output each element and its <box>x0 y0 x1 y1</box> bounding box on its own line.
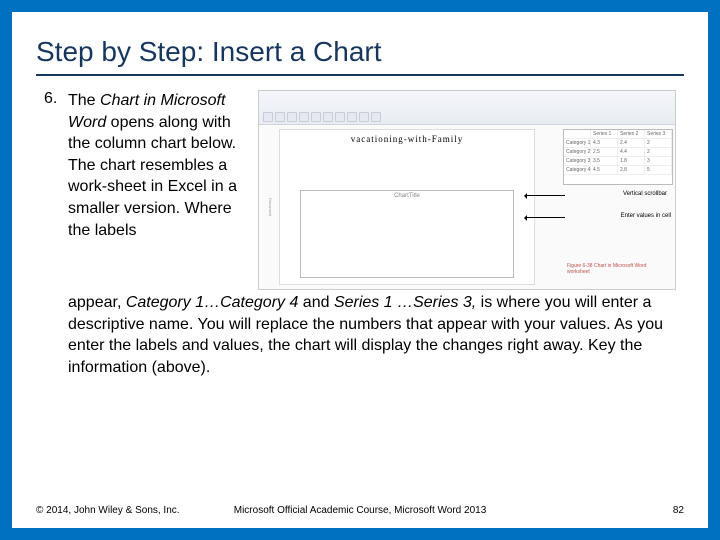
table-row: Category 1 4.3 2.4 2 <box>564 139 672 148</box>
ribbon-icon <box>263 112 273 122</box>
table-row: Category 3 3.5 1.8 3 <box>564 157 672 166</box>
table-cell: Series 3 <box>645 130 672 138</box>
ribbon-icon <box>287 112 297 122</box>
step-text-left: The Chart in Microsoft Word opens along … <box>68 90 246 290</box>
ribbon-icon <box>371 112 381 122</box>
t1a: The <box>68 92 100 109</box>
table-cell: 2.5 <box>591 148 618 156</box>
step-number: 6. <box>44 90 57 108</box>
ribbon-icon <box>299 112 309 122</box>
table-cell: Category 1 <box>564 139 591 147</box>
table-cell: 2.8 <box>618 166 645 174</box>
footer-course: Microsoft Official Academic Course, Micr… <box>234 505 487 516</box>
ribbon <box>259 91 675 125</box>
t2c: and <box>298 294 334 311</box>
document-canvas: vacationing-with-Family Enter descriptio… <box>279 129 535 285</box>
doc-title: vacationing-with-Family <box>280 130 534 144</box>
table-row: Series 1 Series 2 Series 3 <box>564 130 672 139</box>
embedded-chart: ChartTitle <box>300 190 514 278</box>
table-cell: 4.5 <box>591 166 618 174</box>
slide-page: Step by Step: Insert a Chart 6. The Char… <box>12 12 708 528</box>
table-cell <box>564 130 591 138</box>
step-text-full: appear, Category 1…Category 4 and Series… <box>68 292 676 378</box>
table-cell: Series 2 <box>618 130 645 138</box>
table-row: Category 2 2.5 4.4 2 <box>564 148 672 157</box>
arrow-icon <box>525 195 565 196</box>
body-row: The Chart in Microsoft Word opens along … <box>68 90 676 290</box>
ribbon-icon <box>359 112 369 122</box>
t2b: Category 1…Category 4 <box>126 294 299 311</box>
chart-title: ChartTitle <box>301 191 513 201</box>
table-cell: Category 2 <box>564 148 591 156</box>
annotation-label: Enter values in cell <box>621 213 671 219</box>
table-cell: 3.5 <box>591 157 618 165</box>
table-cell: 5 <box>645 166 672 174</box>
table-cell: 4.3 <box>591 139 618 147</box>
page-title: Step by Step: Insert a Chart <box>12 12 708 74</box>
footer: © 2014, John Wiley & Sons, Inc. Microsof… <box>36 505 684 516</box>
table-cell: 2 <box>645 148 672 156</box>
table-cell: Category 3 <box>564 157 591 165</box>
footer-copyright: © 2014, John Wiley & Sons, Inc. <box>36 505 180 516</box>
table-cell: 2.4 <box>618 139 645 147</box>
chart-bars <box>319 205 505 265</box>
table-cell: Category 4 <box>564 166 591 174</box>
table-cell: 3 <box>645 157 672 165</box>
table-row: Category 4 4.5 2.8 5 <box>564 166 672 175</box>
table-cell: 2 <box>645 139 672 147</box>
ribbon-icon <box>323 112 333 122</box>
content-area: 6. The Chart in Microsoft Word opens alo… <box>12 76 708 378</box>
vertical-label: Document <box>267 131 273 283</box>
data-table: Series 1 Series 2 Series 3 Category 1 4.… <box>563 129 673 185</box>
t2a: appear, <box>68 294 126 311</box>
table-cell: 4.4 <box>618 148 645 156</box>
ribbon-icon <box>335 112 345 122</box>
ribbon-icon <box>275 112 285 122</box>
ribbon-icon <box>311 112 321 122</box>
side-panel: Series 1 Series 2 Series 3 Category 1 4.… <box>543 129 673 285</box>
ribbon-icon <box>347 112 357 122</box>
arrow-icon <box>525 217 565 218</box>
t1c: opens along with the column chart below.… <box>68 114 237 239</box>
table-cell: 1.8 <box>618 157 645 165</box>
footer-page-number: 82 <box>673 505 684 516</box>
figure-caption: Figure 6-38 Chart in Microsoft Word work… <box>567 264 667 275</box>
t2d: Series 1 …Series 3, <box>334 294 476 311</box>
annotation-label: Vertical scrollbar <box>623 191 667 197</box>
table-cell: Series 1 <box>591 130 618 138</box>
word-screenshot: Document vacationing-with-Family Enter d… <box>258 90 676 290</box>
